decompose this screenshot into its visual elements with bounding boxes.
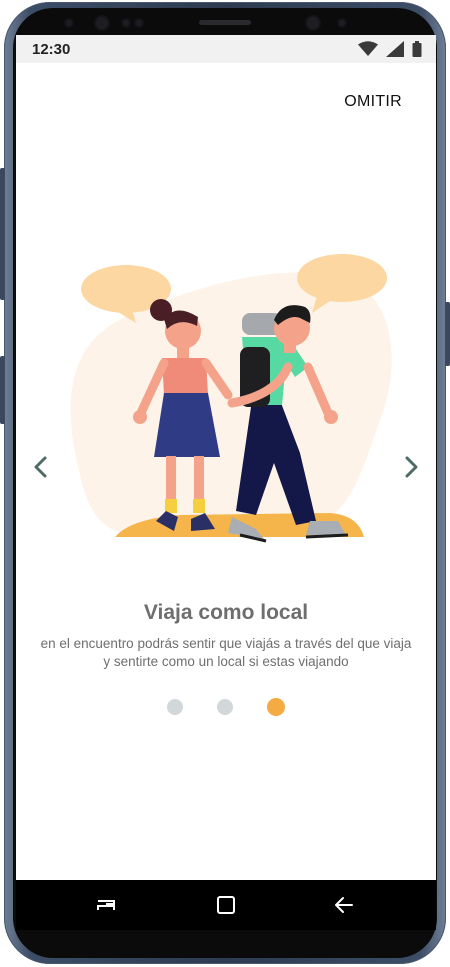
skip-button[interactable]: OMITIR bbox=[344, 93, 402, 111]
sensor-dot bbox=[123, 20, 129, 26]
battery-icon bbox=[412, 41, 422, 57]
front-camera bbox=[96, 17, 108, 29]
sensor-dot bbox=[66, 20, 72, 26]
page-dot-3-active[interactable] bbox=[267, 698, 285, 716]
wifi-icon bbox=[358, 41, 378, 56]
page-dot-2[interactable] bbox=[217, 699, 233, 715]
app-screen: 12:30 OMITIR Viaja como local en el encu… bbox=[16, 35, 436, 880]
status-bar: 12:30 bbox=[16, 35, 436, 63]
home-icon[interactable] bbox=[214, 893, 238, 917]
volume-down-button bbox=[0, 356, 5, 424]
sensor-dot bbox=[339, 20, 345, 26]
chevron-right-icon[interactable] bbox=[398, 455, 422, 479]
page-indicator bbox=[16, 698, 436, 716]
device-mockup: 12:30 OMITIR Viaja como local en el encu… bbox=[0, 0, 450, 967]
sensor-dot bbox=[136, 20, 142, 26]
status-icons bbox=[358, 41, 422, 57]
recents-icon[interactable] bbox=[94, 893, 118, 917]
volume-up-button bbox=[0, 168, 5, 300]
power-button bbox=[445, 302, 450, 366]
front-camera bbox=[307, 17, 319, 29]
status-time: 12:30 bbox=[32, 41, 71, 58]
system-navigation-bar bbox=[16, 880, 436, 930]
back-icon[interactable] bbox=[332, 893, 356, 917]
chevron-left-icon[interactable] bbox=[30, 455, 54, 479]
slide-title: Viaja como local bbox=[143, 601, 309, 624]
slide-description: en el encuentro podrás sentir que viajás… bbox=[40, 636, 412, 669]
travelers-illustration bbox=[70, 254, 392, 543]
earpiece-speaker bbox=[199, 20, 251, 25]
page-dot-1[interactable] bbox=[167, 699, 183, 715]
signal-icon bbox=[386, 41, 404, 57]
